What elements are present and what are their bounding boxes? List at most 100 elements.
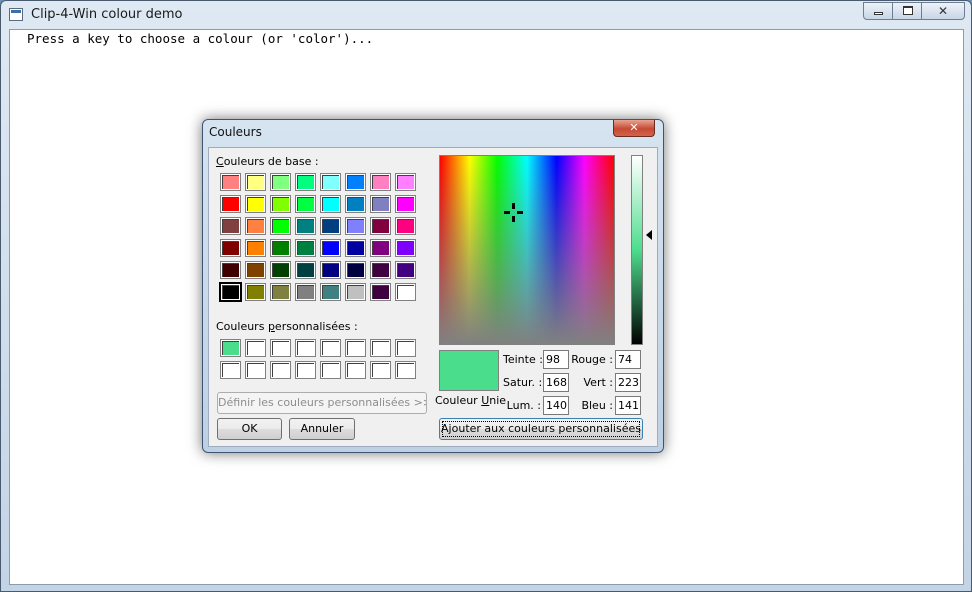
red-input[interactable]: 74 [615,350,641,369]
basic-color-swatch[interactable] [270,261,291,279]
basic-color-swatch[interactable] [395,283,416,301]
basic-color-swatch[interactable] [245,283,266,301]
custom-color-swatch[interactable] [320,361,341,379]
custom-color-swatch[interactable] [220,361,241,379]
custom-color-swatch[interactable] [370,361,391,379]
basic-color-swatch[interactable] [320,283,341,301]
close-icon: ✕ [629,121,639,134]
basic-color-swatch[interactable] [270,195,291,213]
basic-color-swatch[interactable] [395,173,416,191]
basic-color-swatch[interactable] [395,261,416,279]
basic-color-swatch[interactable] [370,195,391,213]
basic-color-swatch[interactable] [320,239,341,257]
maximize-button[interactable] [892,2,922,20]
basic-color-swatch[interactable] [220,173,241,191]
basic-color-swatch[interactable] [245,173,266,191]
basic-color-swatch[interactable] [295,239,316,257]
add-to-custom-colors-button[interactable]: Ajouter aux couleurs personnalisées [439,418,643,440]
green-input[interactable]: 223 [615,373,641,392]
dialog-close-button[interactable]: ✕ [613,120,655,137]
custom-color-swatch[interactable] [370,339,391,357]
basic-color-swatch[interactable] [295,195,316,213]
hue-label: Teinte : [503,353,543,366]
basic-color-swatch[interactable] [295,261,316,279]
basic-color-swatch[interactable] [270,173,291,191]
basic-color-swatch[interactable] [320,173,341,191]
luminosity-arrow-icon[interactable] [646,230,652,240]
basic-color-swatch[interactable] [245,217,266,235]
basic-color-swatch[interactable] [345,217,366,235]
basic-color-swatch[interactable] [370,173,391,191]
basic-color-swatch[interactable] [345,261,366,279]
dialog-title: Couleurs [209,125,262,139]
luminosity-input[interactable]: 140 [543,396,569,415]
custom-colors-grid [220,339,416,379]
basic-color-swatch[interactable] [370,283,391,301]
custom-color-swatch[interactable] [395,339,416,357]
basic-color-swatch[interactable] [370,261,391,279]
saturation-label: Satur. : [503,376,543,389]
custom-color-swatch[interactable] [270,339,291,357]
basic-color-swatch[interactable] [345,195,366,213]
basic-color-swatch[interactable] [320,261,341,279]
basic-color-swatch[interactable] [370,217,391,235]
ok-button[interactable]: OK [217,418,282,440]
basic-color-swatch[interactable] [220,195,241,213]
custom-colors-label: Couleurs personnalisées : [216,320,358,333]
window-title: Clip-4-Win colour demo [31,7,183,22]
app-icon[interactable] [9,8,23,21]
basic-color-swatch[interactable] [270,239,291,257]
custom-color-swatch[interactable] [295,339,316,357]
custom-color-swatch[interactable] [270,361,291,379]
basic-color-swatch[interactable] [395,239,416,257]
green-label: Vert : [583,376,613,389]
cancel-button[interactable]: Annuler [289,418,355,440]
basic-color-swatch[interactable] [295,217,316,235]
basic-colors-grid [219,173,416,302]
custom-color-swatch[interactable] [295,361,316,379]
close-icon: ✕ [937,4,949,18]
basic-color-swatch[interactable] [245,239,266,257]
color-preview[interactable] [439,350,499,391]
basic-color-swatch[interactable] [345,173,366,191]
basic-color-swatch[interactable] [270,283,291,301]
custom-color-swatch[interactable] [345,361,366,379]
custom-color-swatch[interactable] [220,339,241,357]
custom-color-swatch[interactable] [395,361,416,379]
close-button[interactable]: ✕ [921,2,965,20]
basic-color-swatch[interactable] [295,283,316,301]
basic-color-swatch[interactable] [320,195,341,213]
basic-color-swatch[interactable] [219,282,242,302]
custom-color-swatch[interactable] [345,339,366,357]
minimize-button[interactable] [863,2,893,20]
basic-color-swatch[interactable] [395,217,416,235]
dialog-body: Couleurs de base : Couleurs personnalisé… [208,147,658,447]
luminosity-slider[interactable] [631,155,643,345]
main-titlebar[interactable]: Clip-4-Win colour demo ✕ [1,1,971,29]
color-spectrum[interactable] [439,155,615,345]
red-label: Rouge : [571,353,613,366]
blue-input[interactable]: 141 [615,396,641,415]
color-dialog: Couleurs ✕ Couleurs de base : Couleurs p… [202,119,664,453]
custom-color-swatch[interactable] [245,361,266,379]
basic-color-swatch[interactable] [270,217,291,235]
basic-color-swatch[interactable] [220,261,241,279]
basic-color-swatch[interactable] [220,217,241,235]
blue-label: Bleu : [581,399,613,412]
basic-color-swatch[interactable] [345,283,366,301]
basic-color-swatch[interactable] [245,195,266,213]
basic-color-swatch[interactable] [220,239,241,257]
saturation-input[interactable]: 168 [543,373,569,392]
hue-input[interactable]: 98 [543,350,569,369]
crosshair-icon[interactable] [504,203,523,222]
basic-color-swatch[interactable] [295,173,316,191]
caption-buttons: ✕ [863,2,965,20]
basic-color-swatch[interactable] [345,239,366,257]
custom-color-swatch[interactable] [320,339,341,357]
basic-color-swatch[interactable] [370,239,391,257]
define-custom-colors-button[interactable]: Définir les couleurs personnalisées >> [217,392,427,414]
basic-color-swatch[interactable] [395,195,416,213]
basic-color-swatch[interactable] [320,217,341,235]
basic-color-swatch[interactable] [245,261,266,279]
custom-color-swatch[interactable] [245,339,266,357]
